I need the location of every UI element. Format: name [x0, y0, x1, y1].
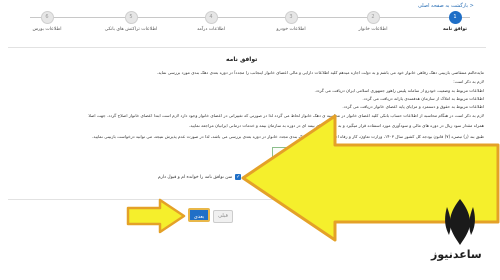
prev-button[interactable]: قبلی — [213, 210, 233, 223]
step-number: 4 — [204, 11, 218, 24]
step-number: 5 — [124, 11, 138, 24]
step-bank-transactions[interactable]: 5 اطلاعات تراکنش های بانکی — [96, 11, 166, 32]
agreement-title: توافق نامه — [226, 56, 258, 63]
step-label: اطلاعات خانوار — [358, 27, 388, 32]
agreement-paragraph: اطلاعات مربوط به املاک از سازمان هدفمندی… — [362, 96, 484, 101]
step-vehicle[interactable]: 3 اطلاعات خودرو — [256, 11, 326, 32]
agree-checkbox[interactable]: ✓ — [235, 174, 242, 180]
next-button[interactable]: بعدی — [188, 208, 210, 222]
step-number: 1 — [448, 11, 462, 24]
divider — [8, 47, 486, 48]
agreement-paragraph: مایه‌حالتم منتقاضی بازبینی دهک رفاهی خان… — [156, 70, 484, 75]
agree-checkbox-row[interactable]: متن توافق نامه را خوانده ام و قبول دارم … — [158, 174, 242, 180]
step-number: 2 — [366, 11, 380, 24]
agreement-paragraph: طبق بند (ز) تبصره (۷) قانون بودجه کل کشو… — [92, 134, 484, 139]
logo-text: ساعدنیوز — [431, 248, 482, 261]
step-stock[interactable]: 6 اطلاعات بورس — [12, 11, 82, 32]
step-number: 3 — [284, 11, 298, 24]
step-household[interactable]: 2 اطلاعات خانوار — [338, 11, 408, 32]
step-number: 6 — [40, 11, 54, 24]
step-label: اطلاعات درآمد — [196, 27, 225, 32]
step-label: توافق نامه — [442, 27, 467, 32]
agreement-paragraph: لازم به ذکر است: — [453, 79, 484, 84]
agreement-paragraph: اطلاعات مربوط به وضعیت خودرو از سامانه پ… — [314, 88, 484, 93]
step-agreement[interactable]: 1 توافق نامه — [420, 11, 490, 32]
step-label: اطلاعات خودرو — [276, 27, 306, 32]
step-label: اطلاعات تراکنش های بانکی — [104, 27, 158, 32]
step-label: اطلاعات بورس — [32, 27, 62, 32]
step-income[interactable]: 4 اطلاعات درآمد — [176, 11, 246, 32]
agreement-paragraph: اطلاعات مربوط به حقوق و دستمزد و مزایای … — [342, 104, 484, 109]
divider — [8, 199, 486, 200]
agreement-paragraph: همراه مقدار سود ریال در دوره های مالی و … — [188, 123, 484, 128]
agreement-paragraph: لازم به ذکر است در هنگام محاسبه از اطلاع… — [88, 113, 484, 118]
saednews-logo-icon — [445, 199, 475, 245]
stepper: 1 توافق نامه 2 اطلاعات خانوار 3 اطلاعات … — [8, 8, 486, 38]
small-arrow-icon — [126, 198, 186, 234]
agree-checkbox-label: متن توافق نامه را خوانده ام و قبول دارم — [158, 174, 233, 180]
consent-box — [272, 147, 476, 191]
